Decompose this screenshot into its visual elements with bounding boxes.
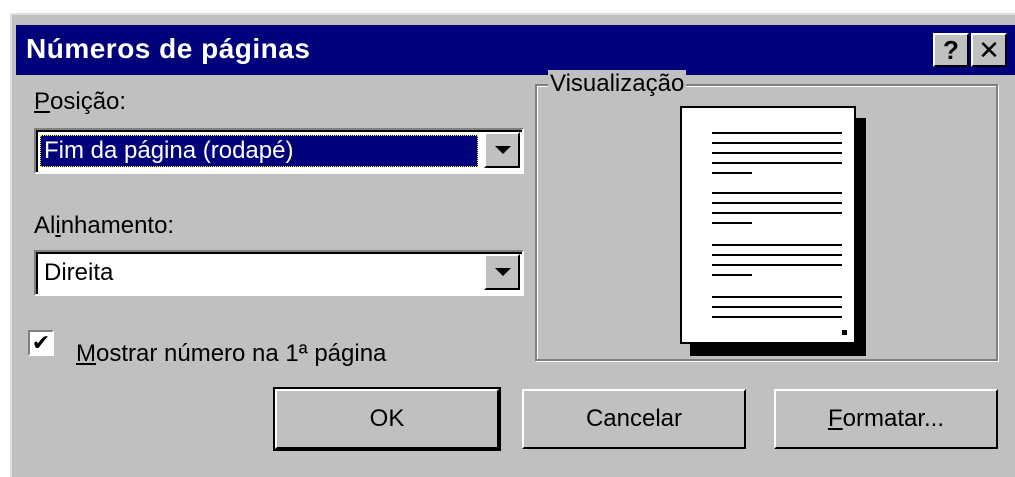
alignment-value: Direita (44, 259, 114, 286)
close-icon: ✕ (978, 34, 1000, 65)
chevron-down-icon[interactable] (484, 254, 520, 290)
help-button[interactable]: ? (933, 33, 969, 67)
title-bar[interactable]: Números de páginas ? ✕ (16, 25, 1015, 75)
preview-group-label: Visualização (548, 70, 687, 98)
alignment-dropdown[interactable]: Direita (34, 250, 524, 296)
dialog-title: Números de páginas (26, 33, 311, 64)
cancel-button[interactable]: Cancelar (522, 389, 746, 449)
show-first-page-checkbox[interactable]: ✔ (28, 330, 54, 356)
format-button[interactable]: Formatar... (774, 389, 998, 449)
close-button[interactable]: ✕ (971, 33, 1007, 67)
alignment-label: Alinhamento: (34, 212, 175, 239)
position-dropdown[interactable]: Fim da página (rodapé) (34, 128, 524, 174)
checkmark-icon: ✔ (31, 330, 51, 355)
chevron-down-icon[interactable] (484, 132, 520, 168)
preview-page (680, 106, 856, 344)
show-first-page-label[interactable]: Mostrar número na 1ª página (76, 340, 386, 368)
position-value: Fim da página (rodapé) (40, 135, 478, 167)
ok-button[interactable]: OK (273, 387, 501, 451)
page-number-marker (842, 330, 847, 335)
help-icon: ? (943, 34, 959, 65)
position-label: Posição: (34, 88, 127, 115)
